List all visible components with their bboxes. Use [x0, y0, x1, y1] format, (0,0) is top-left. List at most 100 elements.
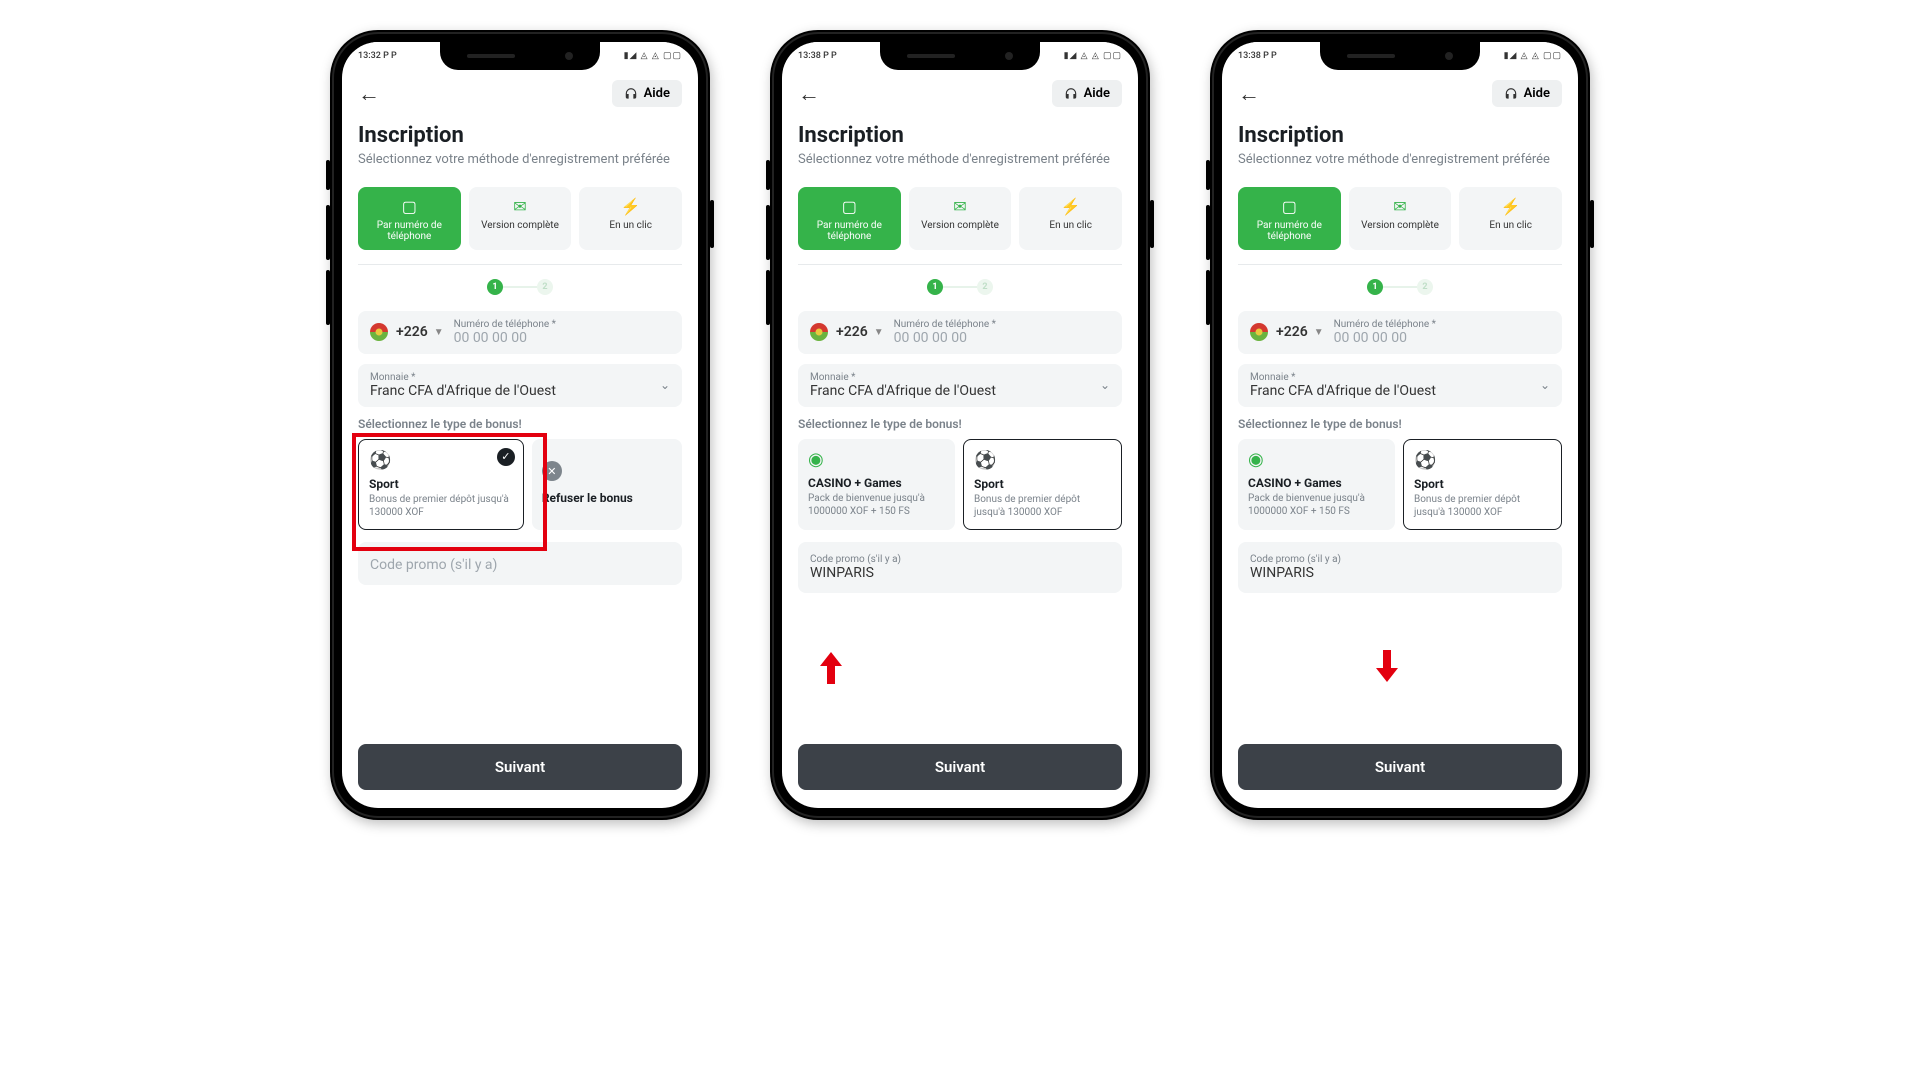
- check-icon: ✓: [497, 448, 515, 466]
- bonus-section-label: Sélectionnez le type de bonus!: [358, 417, 682, 431]
- bonus-section-label: Sélectionnez le type de bonus!: [798, 417, 1122, 431]
- promo-label: Code promo (s'il y a): [1250, 554, 1550, 565]
- arrow-down-icon: [1376, 650, 1398, 682]
- step-2-icon: 2: [1417, 279, 1433, 295]
- page-title: Inscription: [798, 123, 1122, 148]
- back-icon[interactable]: ←: [798, 81, 820, 107]
- promo-input[interactable]: WINPARIS: [1250, 565, 1550, 581]
- next-button[interactable]: Suivant: [798, 744, 1122, 790]
- method-full[interactable]: ✉Version complète: [1349, 187, 1452, 250]
- step-1-icon: 1: [1367, 279, 1383, 295]
- chevron-down-icon: ▼: [1314, 327, 1324, 338]
- help-label: Aide: [644, 86, 670, 101]
- step-2-icon: 2: [977, 279, 993, 295]
- help-button[interactable]: Aide: [1052, 80, 1122, 107]
- step-1-icon: 1: [487, 279, 503, 295]
- notch: [440, 42, 600, 70]
- help-label: Aide: [1524, 86, 1550, 101]
- headset-icon: [1064, 87, 1078, 101]
- help-button[interactable]: Aide: [612, 80, 682, 107]
- bonus-card-casino[interactable]: ◉ CASINO + Games Pack de bienvenue jusqu…: [1238, 439, 1395, 530]
- notch: [1320, 42, 1480, 70]
- page-title: Inscription: [1238, 123, 1562, 148]
- promo-input[interactable]: WINPARIS: [810, 565, 1110, 581]
- method-phone[interactable]: ▢Par numéro de téléphone: [798, 187, 901, 250]
- page-subtitle: Sélectionnez votre méthode d'enregistrem…: [358, 152, 682, 169]
- stepper: 1 2: [358, 279, 682, 295]
- phone-input[interactable]: 00 00 00 00: [1334, 330, 1436, 346]
- phone-mock-1: 13:32 P P ▮◢ ◬ ◬ ▢▢ ← Aide Inscription S…: [330, 30, 710, 820]
- currency-value: Franc CFA d'Afrique de l'Ouest: [810, 383, 996, 399]
- chevron-down-icon: ▼: [434, 327, 444, 338]
- phone-mock-3: 13:38 P P ▮◢ ◬ ◬ ▢▢ ← Aide Inscription S…: [1210, 30, 1590, 820]
- phone-input[interactable]: 00 00 00 00: [894, 330, 996, 346]
- dial-code: +226: [396, 324, 428, 340]
- dial-code: +226: [836, 324, 868, 340]
- back-icon[interactable]: ←: [1238, 81, 1260, 107]
- help-button[interactable]: Aide: [1492, 80, 1562, 107]
- chevron-down-icon: ⌄: [1540, 378, 1550, 392]
- currency-field[interactable]: Monnaie * Franc CFA d'Afrique de l'Ouest…: [358, 364, 682, 407]
- ball-icon: ⚽: [1414, 450, 1551, 471]
- phone-label: Numéro de téléphone *: [1334, 319, 1436, 330]
- method-phone[interactable]: ▢Par numéro de téléphone: [1238, 187, 1341, 250]
- flag-icon: [370, 323, 388, 341]
- currency-value: Franc CFA d'Afrique de l'Ouest: [1250, 383, 1436, 399]
- stepper: 1 2: [1238, 279, 1562, 295]
- bonus-section-label: Sélectionnez le type de bonus!: [1238, 417, 1562, 431]
- currency-label: Monnaie *: [1250, 372, 1436, 383]
- page-title: Inscription: [358, 123, 682, 148]
- method-oneclick[interactable]: ⚡En un clic: [1459, 187, 1562, 250]
- ball-icon: ⚽: [974, 450, 1111, 471]
- next-button[interactable]: Suivant: [358, 744, 682, 790]
- page-subtitle: Sélectionnez votre méthode d'enregistrem…: [798, 152, 1122, 169]
- phone-input[interactable]: 00 00 00 00: [454, 330, 556, 346]
- phone-label: Numéro de téléphone *: [454, 319, 556, 330]
- dial-code: +226: [1276, 324, 1308, 340]
- step-1-icon: 1: [927, 279, 943, 295]
- currency-value: Franc CFA d'Afrique de l'Ouest: [370, 383, 556, 399]
- bonus-card-sport[interactable]: ⚽ Sport Bonus de premier dépôt jusqu'à 1…: [1403, 439, 1562, 530]
- promo-label: Code promo (s'il y a): [810, 554, 1110, 565]
- headset-icon: [624, 87, 638, 101]
- chip-icon: ◉: [1248, 449, 1385, 470]
- currency-label: Monnaie *: [370, 372, 556, 383]
- promo-field[interactable]: Code promo (s'il y a) WINPARIS: [1238, 542, 1562, 593]
- promo-field[interactable]: Code promo (s'il y a): [358, 542, 682, 585]
- method-oneclick[interactable]: ⚡En un clic: [1019, 187, 1122, 250]
- phone-field[interactable]: +226 ▼ Numéro de téléphone * 00 00 00 00: [798, 311, 1122, 354]
- step-2-icon: 2: [537, 279, 553, 295]
- bonus-card-refuse[interactable]: ✕ Refuser le bonus: [532, 439, 682, 530]
- chevron-down-icon: ▼: [874, 327, 884, 338]
- arrow-up-icon: [820, 652, 842, 684]
- method-full[interactable]: ✉Version complète: [909, 187, 1012, 250]
- currency-label: Monnaie *: [810, 372, 996, 383]
- headset-icon: [1504, 87, 1518, 101]
- phone-field[interactable]: +226 ▼ Numéro de téléphone * 00 00 00 00: [358, 311, 682, 354]
- chevron-down-icon: ⌄: [1100, 378, 1110, 392]
- bonus-card-sport[interactable]: ⚽ ✓ Sport Bonus de premier dépôt jusqu'à…: [358, 439, 524, 530]
- close-icon: ✕: [542, 461, 562, 481]
- help-label: Aide: [1084, 86, 1110, 101]
- currency-field[interactable]: Monnaie * Franc CFA d'Afrique de l'Ouest…: [798, 364, 1122, 407]
- page-subtitle: Sélectionnez votre méthode d'enregistrem…: [1238, 152, 1562, 169]
- phone-field[interactable]: +226 ▼ Numéro de téléphone * 00 00 00 00: [1238, 311, 1562, 354]
- chevron-down-icon: ⌄: [660, 378, 670, 392]
- chip-icon: ◉: [808, 449, 945, 470]
- flag-icon: [1250, 323, 1268, 341]
- phone-label: Numéro de téléphone *: [894, 319, 996, 330]
- currency-field[interactable]: Monnaie * Franc CFA d'Afrique de l'Ouest…: [1238, 364, 1562, 407]
- bonus-card-sport[interactable]: ⚽ Sport Bonus de premier dépôt jusqu'à 1…: [963, 439, 1122, 530]
- method-full[interactable]: ✉Version complète: [469, 187, 572, 250]
- promo-field[interactable]: Code promo (s'il y a) WINPARIS: [798, 542, 1122, 593]
- flag-icon: [810, 323, 828, 341]
- bonus-card-casino[interactable]: ◉ CASINO + Games Pack de bienvenue jusqu…: [798, 439, 955, 530]
- method-oneclick[interactable]: ⚡En un clic: [579, 187, 682, 250]
- next-button[interactable]: Suivant: [1238, 744, 1562, 790]
- notch: [880, 42, 1040, 70]
- method-phone[interactable]: ▢Par numéro de téléphone: [358, 187, 461, 250]
- ball-icon: ⚽: [369, 450, 513, 471]
- stepper: 1 2: [798, 279, 1122, 295]
- back-icon[interactable]: ←: [358, 81, 380, 107]
- phone-mock-2: 13:38 P P ▮◢ ◬ ◬ ▢▢ ← Aide Inscription S…: [770, 30, 1150, 820]
